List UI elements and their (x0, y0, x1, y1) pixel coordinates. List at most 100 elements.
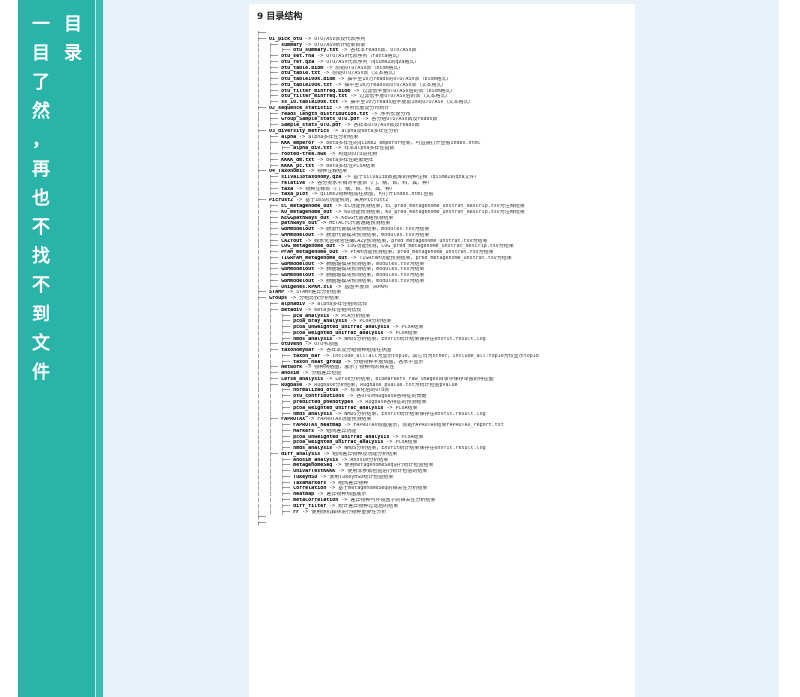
tree-item-description: 各分组OTU/ASV数及reads数 (371, 117, 438, 123)
tree-item-description: 过滤低丰度OTU/ASV后的表（biom格式） (362, 88, 456, 94)
tree-item-description: 抽平至10万reads的OTU/ASV表（文本格式） (344, 82, 447, 88)
tree-branch: │ ├── (257, 417, 282, 423)
tree-item-description: PCoA结果 (401, 325, 424, 331)
tree-item-name: GBMmodelout (281, 227, 315, 233)
tree-item-name: pcoa_weighted_unifrac_analysis (293, 330, 384, 336)
tree-arrow: -> (314, 261, 327, 267)
tree-arrow: -> (338, 457, 351, 463)
tree-branch: │ ├── (257, 382, 282, 388)
tree-branch: │ ├── (257, 250, 282, 256)
tree-arrow: -> (305, 417, 318, 423)
tree-branch: ├── (257, 36, 270, 42)
tree-branch: │ ├── (257, 342, 282, 348)
tree-arrow: -> (302, 42, 315, 48)
tree-item-name: Group_Sample_stats_OTU.pdf (281, 117, 360, 123)
tree-item-name: COG_metagenome_out (281, 244, 336, 250)
tree-arrow: -> (314, 348, 327, 354)
tree-arrow: -> (335, 244, 348, 250)
tree-item-description: 样本alpha多样性指数 (344, 146, 395, 152)
tree-item-description: PCoA结果 (395, 330, 418, 336)
tree-item-description: FAPROTAX功能预测结果 (317, 417, 372, 423)
tree-arrow: -> (389, 325, 402, 331)
tree-item-description: 物种注释表（门、纲、目、科、属、种） (305, 186, 396, 192)
tree-branch: │ │ ├── (257, 319, 294, 325)
tree-item-description: 物种注释结果 (317, 169, 348, 175)
tree-item-name: predicted_phenotypes (293, 400, 354, 405)
tree-arrow: -> (338, 388, 351, 394)
tree-arrow: -> (359, 117, 372, 123)
tree-item-description: FAPROTAX热图展示，原始FAPROTAX结果FAPROTAX_report… (353, 423, 504, 429)
tree-item-description: beta多样性组间比较 (314, 307, 362, 313)
tree-branch: │ ├── (257, 186, 282, 192)
tree-item-description: 肠道代谢模块预测结果，modules.tsv为结果 (326, 232, 430, 238)
tree-item-name: pcoa_weighted_unifrac_analysis (293, 440, 384, 446)
tree-arrow: -> (314, 273, 327, 279)
tree-item-name: Correlation (293, 486, 327, 492)
tree-item-description: OTU/ASV表及代表序列 (314, 36, 366, 42)
tree-branch: │ │ ├── (257, 400, 294, 405)
tree-item-name: otuVenn (281, 342, 303, 348)
tree-arrow: -> (314, 492, 327, 498)
tree-item-name: normalized_otus (293, 388, 339, 394)
tree-item-description: PCoA结果 (395, 405, 418, 411)
tree-arrow: -> (338, 100, 351, 106)
tree-branch: │ ├── (257, 273, 282, 279)
tree-branch: │ ├── (257, 117, 282, 123)
tree-branch: │ ├── (257, 152, 282, 158)
tree-item-description: 使用metagenomeSeq进行统计检验结果 (344, 463, 434, 469)
tree-branch: ├── (257, 296, 270, 302)
tree-branch: │ ├── (257, 82, 282, 88)
tree-arrow: -> (338, 48, 351, 54)
tree-arrow: -> (323, 376, 336, 382)
tree-branch: │ │ ├── (257, 353, 294, 359)
tree-item-name: otu_set.fna (281, 54, 315, 60)
tree-arrow: -> (320, 71, 333, 77)
tree-item-description: 肠脑轴模块预测结果，modules.tsv为结果 (326, 267, 425, 273)
tree-item-name: GBMmodelout (281, 261, 315, 267)
tree-arrow: -> (332, 209, 345, 215)
tree-item-name: reads_length_distribution.txt (281, 111, 369, 117)
tree-item-name: 02_sequence_statistic (269, 105, 333, 111)
tree-arrow: -> (332, 463, 345, 469)
tree-arrow: -> (302, 342, 315, 348)
tree-item-name: 03_diversity_metrics (269, 129, 330, 135)
tree-arrow: -> (299, 371, 312, 377)
tree-item-name: metaCorrelation (293, 498, 339, 504)
tree-item-name: diff_filter (293, 503, 327, 509)
tree-item-name: UnivarTestKKKK (293, 469, 336, 475)
tree-arrow: -> (314, 140, 327, 146)
tree-item-description: PCA分析结果 (341, 313, 371, 319)
tree-arrow: -> (323, 65, 336, 71)
tree-branch: ├── (257, 129, 270, 135)
tree-arrow: -> (383, 405, 396, 411)
tree-branch: │ │ ├── (257, 492, 294, 498)
tree-branch: │ │ ├── (257, 480, 294, 486)
tree-branch: │ ├── (257, 54, 282, 60)
tree-item-description: PCoA分析结果 (359, 319, 392, 325)
tree-item-name: nmds_analysis (293, 411, 333, 417)
tree-item-description: 各样本OTU/ASV数及reads数 (353, 123, 420, 129)
tree-item-description: 肠道代谢模块预测结果，modules.tsv为结果 (326, 227, 430, 233)
tree-arrow: -> (302, 238, 315, 244)
tree-arrow: -> (344, 394, 357, 400)
tree-branch: │ │ ├── (257, 359, 294, 365)
tree-branch: │ │ ├── (257, 440, 294, 446)
tree-item-name: GMMmodelout (281, 232, 315, 238)
tree-arrow: -> (314, 278, 327, 284)
tree-arrow: -> (332, 105, 345, 111)
tree-item-description: TIGRFAM功能预测结果，pred_metagenome_unstrat.ts… (359, 255, 512, 261)
tree-item-description: 统计差异物种过滤后的结果 (338, 503, 399, 509)
tree-item-description: 序列长度及分布统计 (344, 105, 390, 111)
tree-item-description: 基于16S的功能预测，采用Picrust2 (305, 198, 389, 204)
tree-item-description: NMDS分析结果，Envfit统计结果保存在envfit.result.log (344, 336, 486, 342)
tree-item-description: 构建的OTU进化树 (338, 152, 378, 158)
tree-branch: │ │ ├── (257, 388, 294, 394)
tree-item-name: taxonomyBar (281, 348, 315, 354)
tree-item-description: OTU/ASV代表序列（qiime2的qza格式） (326, 59, 420, 65)
tree-item-name: FAPROTAX (281, 417, 306, 423)
tree-item-description: 肠脑轴模块预测结果，modules.tsv为结果 (326, 273, 425, 279)
banner-char: 再 (32, 159, 50, 180)
tree-item-name: rooted-tree.nwk (281, 152, 327, 158)
banner-char: 一 (32, 14, 50, 35)
section-heading: 9 目录结构 (257, 12, 303, 22)
